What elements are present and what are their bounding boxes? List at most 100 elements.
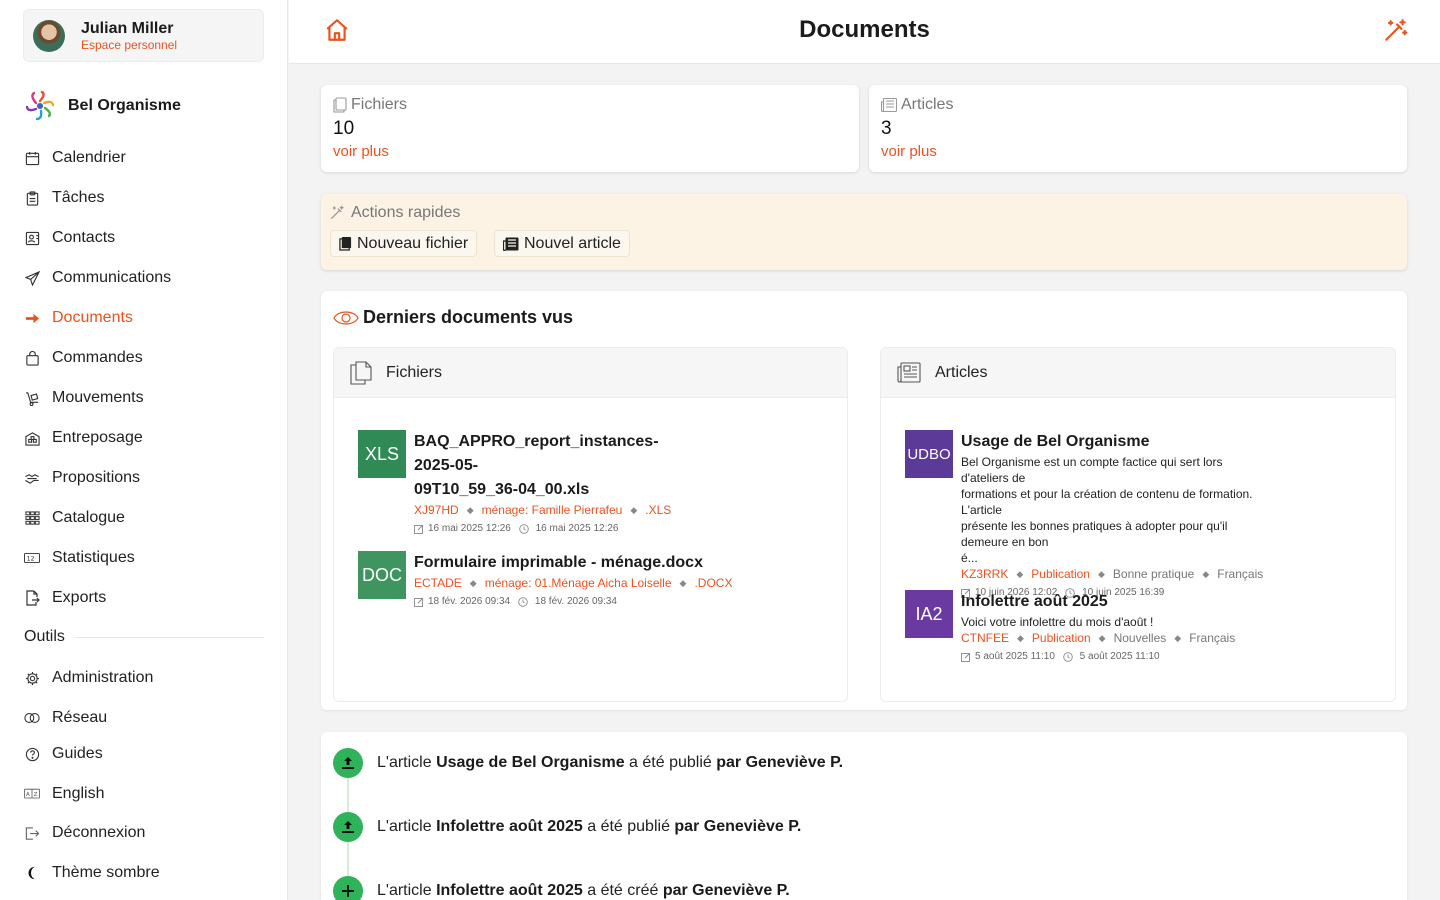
svg-text:A: A	[26, 792, 30, 798]
files-count: 10	[333, 118, 355, 139]
document-title[interactable]: Usage de Bel Organisme	[961, 430, 1263, 454]
sidebar-item-label: Administration	[52, 669, 154, 686]
activity-text: L'article Infolettre août 2025 a été cré…	[377, 882, 790, 899]
document-dates: 18 fév. 2026 09:34 18 fév. 2026 09:34	[414, 596, 732, 607]
eye-icon	[333, 310, 359, 325]
file-export-icon	[24, 590, 40, 606]
sidebar-item-label: Guides	[52, 745, 103, 762]
sidebar-item-label: English	[52, 785, 105, 802]
sidebar-item-label: Réseau	[52, 709, 108, 726]
document-description: Bel Organisme est un compte factice qui …	[961, 455, 1253, 565]
org-name: Bel Organisme	[68, 97, 181, 114]
sidebar-item-label: Thème sombre	[52, 864, 160, 881]
new-article-button[interactable]: Nouvel article	[494, 230, 630, 257]
top-header: Documents	[289, 0, 1440, 64]
edit-icon	[414, 524, 424, 534]
edit-icon	[961, 652, 971, 662]
sidebar-item-label: Commandes	[52, 349, 143, 366]
sidebar-item-exports[interactable]: Exports	[24, 586, 106, 610]
send-icon	[24, 270, 40, 286]
magic-wand-icon	[331, 205, 344, 219]
articles-see-more-link[interactable]: voir plus	[881, 143, 937, 160]
sidebar-item-statistiques[interactable]: 12 Statistiques	[24, 546, 135, 570]
sidebar-item-label: Calendrier	[52, 149, 126, 166]
tools-section-label: Outils	[24, 628, 264, 646]
files-see-more-link[interactable]: voir plus	[333, 143, 389, 160]
activity-subject-link[interactable]: Infolettre août 2025	[436, 818, 583, 835]
activity-subject-link[interactable]: Usage de Bel Organisme	[436, 754, 625, 771]
calendar-icon	[24, 150, 40, 166]
sidebar-item-calendrier[interactable]: Calendrier	[24, 146, 126, 170]
newspaper-icon	[897, 361, 921, 383]
arrow-right-icon	[24, 310, 40, 326]
sidebar-item-commandes[interactable]: Commandes	[24, 346, 143, 370]
sidebar-item-mouvements[interactable]: Mouvements	[24, 386, 144, 410]
shopping-bag-icon	[24, 350, 40, 366]
upload-icon	[333, 748, 363, 778]
sidebar-item-label: Mouvements	[52, 389, 144, 406]
document-dates: 5 août 2025 11:10 5 août 2025 11:10	[961, 651, 1235, 662]
recent-articles-panel: Articles UDBO Usage de Bel Organisme Bel…	[880, 347, 1396, 702]
magic-wand-icon	[1385, 19, 1408, 41]
page-title: Documents	[799, 16, 930, 43]
sidebar-item-label: Tâches	[52, 189, 105, 206]
activity-item: L'article Infolettre août 2025 a été pub…	[333, 812, 801, 842]
sidebar-item-documents[interactable]: Documents	[24, 306, 133, 330]
document-meta: ECTADE ◆ ménage: 01.Ménage Aicha Loiselle ◆…	[414, 576, 733, 590]
document-description: Voici votre infolettre du mois d'août !	[961, 615, 1154, 629]
files-icon	[333, 97, 347, 113]
activity-item: L'article Usage de Bel Organisme a été p…	[333, 748, 843, 778]
file-type-badge: XLS	[358, 430, 406, 478]
edit-icon	[414, 597, 424, 607]
article-badge: UDBO	[905, 430, 953, 478]
file-icon	[339, 237, 352, 251]
articles-count: 3	[881, 118, 892, 139]
moon-icon	[24, 865, 40, 881]
network-icon	[24, 710, 40, 726]
activity-text: L'article Infolettre août 2025 a été pub…	[377, 818, 802, 835]
user-name: Julian Miller	[81, 19, 174, 37]
org-switcher[interactable]: Bel Organisme	[24, 90, 181, 122]
clock-icon	[518, 596, 528, 607]
contact-card-icon	[24, 230, 40, 246]
sidebar-item-administration[interactable]: Administration	[24, 666, 153, 690]
org-logo-icon	[25, 90, 55, 121]
sidebar-item-taches[interactable]: Tâches	[24, 186, 104, 210]
recent-documents-section: Derniers documents vus Fichiers XLS BAQ_…	[321, 291, 1407, 710]
recent-files-panel: Fichiers XLS BAQ_APPRO_report_instances-…	[333, 347, 848, 702]
avatar	[33, 19, 65, 52]
clipboard-icon	[24, 190, 40, 206]
magic-wand-button[interactable]	[1382, 18, 1410, 46]
sidebar-item-theme[interactable]: Thème sombre	[24, 861, 160, 885]
sidebar-item-propositions[interactable]: Propositions	[24, 466, 140, 490]
sidebar-item-contacts[interactable]: Contacts	[24, 226, 115, 250]
svg-text:12: 12	[27, 556, 35, 563]
sidebar-item-label: Déconnexion	[52, 824, 146, 841]
new-file-button[interactable]: Nouveau fichier	[330, 230, 478, 257]
sidebar-item-label: Contacts	[52, 229, 116, 246]
activity-subject-link[interactable]: Infolettre août 2025	[436, 882, 583, 899]
plus-icon	[333, 876, 363, 900]
sidebar-item-communications[interactable]: Communications	[24, 266, 171, 290]
document-title[interactable]: Infolettre août 2025	[961, 590, 1235, 614]
clock-icon	[519, 523, 529, 534]
user-card[interactable]: Julian Miller Espace personnel	[23, 9, 264, 62]
sidebar-item-english[interactable]: AZ English	[24, 782, 104, 806]
document-title[interactable]: Formulaire imprimable - ménage.docx	[414, 551, 732, 575]
counter-icon: 12	[24, 550, 40, 566]
activity-item: L'article Infolettre août 2025 a été cré…	[333, 876, 790, 900]
translate-icon: AZ	[24, 786, 40, 802]
upload-icon	[333, 812, 363, 842]
sidebar-item-deconnexion[interactable]: Déconnexion	[24, 821, 145, 845]
sidebar-item-label: Exports	[52, 589, 107, 606]
sidebar-item-label: Catalogue	[52, 509, 125, 526]
files-stat-title: Fichiers	[333, 96, 407, 114]
warehouse-icon	[24, 430, 40, 446]
sidebar-item-reseau[interactable]: Réseau	[24, 706, 107, 730]
sidebar-item-entreposage[interactable]: Entreposage	[24, 426, 143, 450]
document-title[interactable]: BAQ_APPRO_report_instances-2025-05- 09T10…	[414, 430, 671, 502]
sidebar-item-label: Statistiques	[52, 549, 135, 566]
help-icon	[24, 746, 40, 762]
sidebar-item-catalogue[interactable]: Catalogue	[24, 506, 125, 530]
sidebar-item-guides[interactable]: Guides	[24, 742, 103, 766]
